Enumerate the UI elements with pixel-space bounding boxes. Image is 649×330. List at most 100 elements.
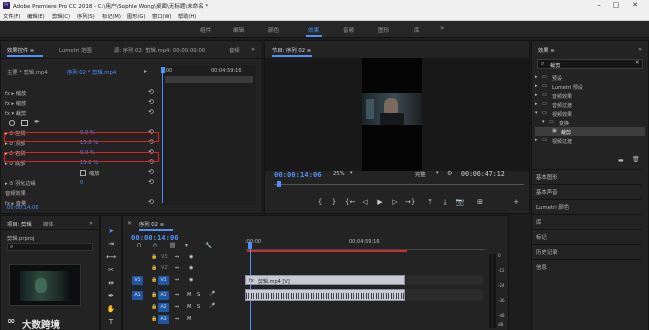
lock-icon[interactable]: 🔒 [151,292,157,298]
track-target-v1[interactable]: V1 [158,276,169,285]
tree-item-transform[interactable]: ▾ ▭ 变换 [542,118,645,127]
button-editor-icon[interactable]: ⊞ [475,198,485,206]
workspace-graphics[interactable]: 图形 [378,26,389,34]
audio-clip[interactable] [245,289,405,301]
menu-edit[interactable]: 编辑(E) [27,13,45,20]
collapse-icon[interactable]: ▾ [542,119,545,125]
tab-sequence[interactable]: 序列 02 ≡ [139,220,164,228]
work-area-bar[interactable] [247,250,407,252]
section-info[interactable]: 信息 [532,259,641,271]
sync-lock-icon[interactable]: ⇔ [175,254,179,260]
program-scrubber[interactable] [274,180,524,188]
section-lumetri-color[interactable]: Lumetri 颜色 [532,199,641,211]
mark-in-button[interactable]: { [315,198,325,206]
ec-mini-timeline[interactable]: 0:00 00:04:59:16 [161,65,256,205]
selection-tool-icon[interactable]: ➤ [106,226,116,236]
menu-help[interactable]: 帮助(H) [178,13,196,20]
tab-effect-controls[interactable]: 效果控件 ≡ [7,46,34,54]
snap-magnet-icon[interactable]: ∩ [153,243,157,249]
reset-icon[interactable]: ⟲ [148,98,154,106]
expand-icon[interactable]: ▸ [535,101,538,107]
reset-icon[interactable]: ⟲ [148,88,154,96]
add-marker-icon[interactable]: ▾ [185,243,188,249]
play-button[interactable]: ▶ [375,198,385,206]
project-search-input[interactable]: ⌕ [7,243,93,251]
tree-item-audio-effects[interactable]: ▸ ▭ 音频效果 [535,91,645,100]
eye-icon[interactable]: ◉ [189,254,193,260]
project-clip-thumbnail[interactable] [9,264,81,306]
eye-icon[interactable]: ◉ [189,265,193,271]
insert-nest-icon[interactable]: ⊓ [137,243,141,249]
track-target-a1[interactable]: A1 [158,291,169,300]
minimize-icon[interactable]: – [592,0,606,11]
workspace-assembly[interactable]: 组件 [200,26,211,34]
ellipse-mask-icon[interactable] [9,120,15,126]
program-video-frame[interactable] [362,58,422,171]
rectangle-mask-icon[interactable] [21,120,28,126]
track-target-a2[interactable]: A2 [158,303,169,312]
source-patch-a1[interactable]: A1 [132,291,143,300]
settings-wrench-icon[interactable]: ⚙ [447,170,452,177]
section-essential-sound[interactable]: 基本声音 [532,184,641,196]
workspace-effects[interactable]: 效果 [308,26,319,34]
menu-file[interactable]: 文件(F) [3,13,20,20]
program-viewport[interactable] [265,58,529,171]
effects-panel-title[interactable]: 效果 ≡ [538,46,555,54]
reset-icon[interactable]: ⟲ [148,178,154,186]
menu-sequence[interactable]: 序列(S) [77,13,95,20]
timeline-playhead-handle[interactable] [248,242,252,249]
delete-trash-icon[interactable]: 🗑 [632,156,640,163]
tab-media-browser[interactable]: 媒体 [43,220,54,228]
slip-tool-icon[interactable]: ⇹ [106,278,116,288]
effect-row-zoom[interactable]: 缩放 ⟲ [5,168,155,178]
export-frame-camera-icon[interactable]: 📷 [455,198,465,206]
sync-lock-icon[interactable]: ⇔ [175,265,179,271]
type-tool-icon[interactable]: T [106,317,116,327]
reset-icon[interactable]: ⟲ [148,168,154,176]
tree-item-lumetri-presets[interactable]: ▸ ▭ Lumetri 预设 [535,82,645,91]
menu-window[interactable]: 窗口(W) [152,13,172,20]
razor-tool-icon[interactable]: ✂ [106,265,116,275]
mute-button[interactable]: M [187,304,191,310]
hand-tool-icon[interactable]: ✋ [106,304,116,314]
menu-marker[interactable]: 标记(M) [102,13,121,20]
tab-lumetri-scopes[interactable]: Lumetri 范围 [59,46,92,54]
linked-selection-icon[interactable]: ⛓ [169,243,176,249]
tab-project[interactable]: 项目: 剪辑 [7,220,32,228]
effects-search-input[interactable]: ⌕ 裁剪 ✕ [537,59,643,69]
expand-icon[interactable]: ▸ [535,74,538,80]
quality-chevron-down-icon[interactable]: ▾ [436,170,439,176]
lift-button[interactable]: ⤒ [425,198,435,207]
mark-out-button[interactable]: } [329,198,339,206]
master-clip-label[interactable]: 主要 * 剪辑.mp4 [7,68,48,76]
effect-row-scale-2[interactable]: fx ▸ 缩放 ⟲ [5,98,155,108]
expand-icon[interactable]: ▸ [535,92,538,98]
tab-program-monitor[interactable]: 节目: 序列 02 ≡ [272,46,311,54]
tree-item-video-transitions[interactable]: ▸ ▭ 视频过渡 [535,136,645,145]
menu-clip[interactable]: 剪辑(C) [52,13,70,20]
tree-item-presets[interactable]: ▸ ▭ 预设 [535,73,645,82]
step-forward-button[interactable]: ▷ [390,198,400,206]
effect-row-value[interactable]: 0 [80,180,83,186]
program-quality-select[interactable]: 完整 [415,171,425,178]
tab-source[interactable]: 源: 序列 02: 剪辑.mp4: 00:00:00:00 [114,46,205,54]
lock-icon[interactable]: 🔒 [151,316,157,322]
pen-tool-icon[interactable]: ✒ [106,291,116,301]
tabs-more-icon[interactable]: » [638,45,642,53]
lock-icon[interactable]: 🔒 [151,265,157,271]
program-current-timecode[interactable]: 00:00:14:06 [274,170,322,179]
maximize-icon[interactable]: □ [609,0,623,11]
timeline-current-timecode[interactable]: 00:00:14:06 [131,233,179,242]
eye-icon[interactable]: ◉ [189,277,193,283]
step-back-button[interactable]: ◁ [360,198,370,206]
close-tab-icon[interactable]: ✕ [127,220,132,227]
workspace-libraries[interactable]: 库 [414,26,420,34]
collapse-icon[interactable]: ▾ [535,110,538,116]
lock-icon[interactable]: 🔒 [151,277,157,283]
source-patch-v1[interactable]: V1 [132,276,143,285]
mute-button[interactable]: M [187,292,191,298]
lock-icon[interactable]: 🔒 [151,304,157,310]
tree-item-audio-transitions[interactable]: ▸ ▭ 音频过渡 [535,100,645,109]
timeline-settings-wrench-icon[interactable]: 🔧 [205,243,212,249]
go-to-in-button[interactable]: {← [345,198,355,206]
